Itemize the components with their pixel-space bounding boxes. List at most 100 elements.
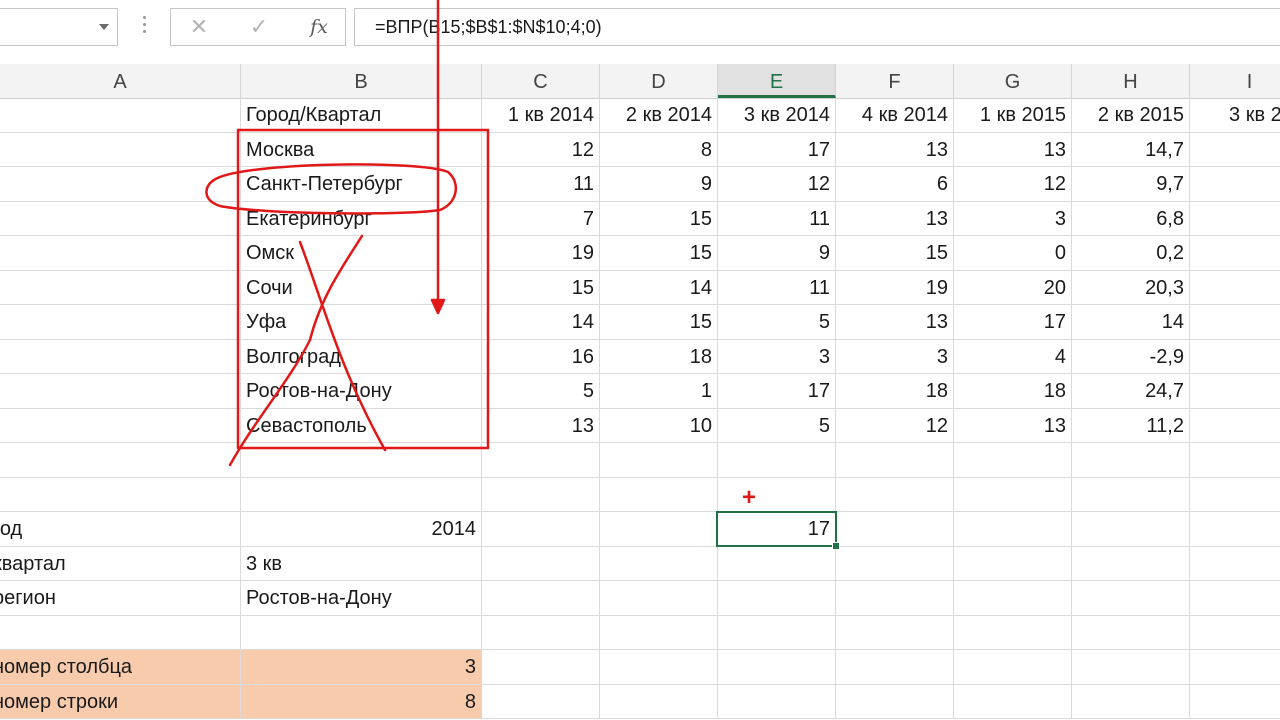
empty-cell[interactable] xyxy=(718,443,836,478)
value-cell[interactable]: 14 xyxy=(600,270,718,305)
empty-cell[interactable] xyxy=(836,512,954,547)
value-cell[interactable]: 9 xyxy=(600,167,718,202)
col-header-e[interactable]: E xyxy=(718,64,836,98)
empty-cell[interactable] xyxy=(482,684,600,719)
value-cell[interactable]: 11 xyxy=(718,201,836,236)
value-cell[interactable]: 12 xyxy=(836,408,954,443)
header-cell[interactable]: 2 кв 2015 xyxy=(1072,98,1190,133)
city-name-cell[interactable]: Екатеринбург xyxy=(241,201,482,236)
empty-cell[interactable] xyxy=(600,546,718,581)
value-cell[interactable]: 14 xyxy=(1190,305,1280,340)
empty-cell[interactable] xyxy=(718,615,836,650)
empty-cell[interactable] xyxy=(718,581,836,616)
value-cell[interactable]: 5 xyxy=(718,408,836,443)
value-cell[interactable]: 20,3 xyxy=(1072,270,1190,305)
value-cell[interactable]: 13 xyxy=(954,132,1072,167)
empty-cell[interactable] xyxy=(241,615,482,650)
value-cell[interactable]: 3 xyxy=(718,339,836,374)
param-value-cell[interactable]: 8 xyxy=(241,684,482,719)
value-cell[interactable]: 17 xyxy=(954,305,1072,340)
city-name-cell[interactable]: Москва xyxy=(241,132,482,167)
empty-cell[interactable] xyxy=(0,236,241,271)
empty-cell[interactable] xyxy=(718,477,836,512)
value-cell[interactable]: 15 xyxy=(600,236,718,271)
value-cell[interactable]: 5 xyxy=(1190,202,1280,236)
empty-cell[interactable] xyxy=(1072,546,1190,581)
value-cell[interactable]: 15 xyxy=(600,305,718,340)
value-cell[interactable]: 3 xyxy=(836,339,954,374)
value-cell[interactable]: 13 xyxy=(836,132,954,167)
value-cell[interactable]: 9,7 xyxy=(1072,167,1190,202)
empty-cell[interactable] xyxy=(0,167,241,202)
col-header-f[interactable]: F xyxy=(836,64,954,98)
empty-cell[interactable] xyxy=(718,650,836,685)
col-header-b[interactable]: B xyxy=(241,64,482,98)
city-name-cell[interactable]: Севастополь xyxy=(241,408,482,443)
empty-cell[interactable] xyxy=(718,684,836,719)
empty-cell[interactable] xyxy=(0,615,241,650)
value-cell[interactable]: 11 xyxy=(482,167,600,202)
value-cell[interactable]: 0 xyxy=(954,236,1072,271)
empty-cell[interactable] xyxy=(954,512,1072,547)
header-cell[interactable]: 2 кв 2014 xyxy=(600,98,718,133)
header-cell[interactable]: Город/Квартал xyxy=(241,98,482,133)
formula-bar-grip[interactable] xyxy=(143,16,147,38)
empty-cell[interactable] xyxy=(1072,477,1190,512)
value-cell[interactable]: 12 xyxy=(482,132,600,167)
param-label-cell[interactable]: квартал xyxy=(0,546,241,581)
empty-cell[interactable] xyxy=(241,443,482,478)
name-box-dropdown-icon[interactable] xyxy=(99,24,109,30)
city-name-cell[interactable]: Сочи xyxy=(241,270,482,305)
value-cell[interactable]: 9 xyxy=(1190,167,1280,202)
empty-cell[interactable] xyxy=(0,408,241,443)
empty-cell[interactable] xyxy=(482,443,600,478)
value-cell[interactable]: 6 xyxy=(836,167,954,202)
header-cell[interactable] xyxy=(0,98,241,133)
empty-cell[interactable] xyxy=(600,684,718,719)
empty-cell[interactable] xyxy=(954,546,1072,581)
empty-cell[interactable] xyxy=(954,477,1072,512)
empty-cell[interactable] xyxy=(482,512,600,547)
value-cell[interactable]: 17 xyxy=(718,374,836,409)
empty-cell[interactable] xyxy=(600,512,718,547)
name-box[interactable] xyxy=(0,8,118,46)
value-cell[interactable]: 19 xyxy=(836,270,954,305)
empty-cell[interactable] xyxy=(600,615,718,650)
value-cell[interactable]: 12 xyxy=(718,167,836,202)
empty-cell[interactable] xyxy=(1190,512,1280,547)
value-cell[interactable]: 17 xyxy=(718,132,836,167)
col-header-c[interactable]: C xyxy=(482,64,600,98)
empty-cell[interactable] xyxy=(954,443,1072,478)
header-cell[interactable]: 1 кв 2014 xyxy=(482,98,600,133)
value-cell[interactable]: 19 xyxy=(482,236,600,271)
empty-cell[interactable] xyxy=(836,581,954,616)
header-cell[interactable]: 3 кв 2014 xyxy=(718,98,836,133)
value-cell[interactable]: 4 xyxy=(954,339,1072,374)
formula-input[interactable]: =ВПР(B15;$B$1:$N$10;4;0) xyxy=(354,8,1280,46)
empty-cell[interactable] xyxy=(1072,443,1190,478)
city-name-cell[interactable]: Уфа xyxy=(241,305,482,340)
city-name-cell[interactable]: Санкт-Петербург xyxy=(241,167,482,202)
param-value-cell[interactable]: 3 кв xyxy=(241,546,482,581)
empty-cell[interactable] xyxy=(600,477,718,512)
param-label-cell[interactable]: номер столбца xyxy=(0,650,241,685)
empty-cell[interactable] xyxy=(954,615,1072,650)
value-cell[interactable]: 15 xyxy=(482,270,600,305)
header-cell[interactable]: 1 кв 2015 xyxy=(954,98,1072,133)
value-cell[interactable]: 14,7 xyxy=(1072,132,1190,167)
enter-icon[interactable]: ✓ xyxy=(241,13,277,41)
empty-cell[interactable] xyxy=(0,132,241,167)
param-value-cell[interactable]: 2014 xyxy=(241,512,482,547)
value-cell[interactable]: 13 xyxy=(836,201,954,236)
empty-cell[interactable] xyxy=(1190,650,1280,685)
empty-cell[interactable] xyxy=(718,546,836,581)
value-cell[interactable]: 13 xyxy=(836,305,954,340)
param-value-cell[interactable]: 3 xyxy=(241,650,482,685)
col-header-g[interactable]: G xyxy=(954,64,1072,98)
empty-cell[interactable] xyxy=(1072,684,1190,719)
empty-cell[interactable] xyxy=(241,477,482,512)
value-cell[interactable]: 8 xyxy=(600,132,718,167)
empty-cell[interactable] xyxy=(1190,547,1280,581)
col-header-d[interactable]: D xyxy=(600,64,718,98)
empty-cell[interactable] xyxy=(836,477,954,512)
